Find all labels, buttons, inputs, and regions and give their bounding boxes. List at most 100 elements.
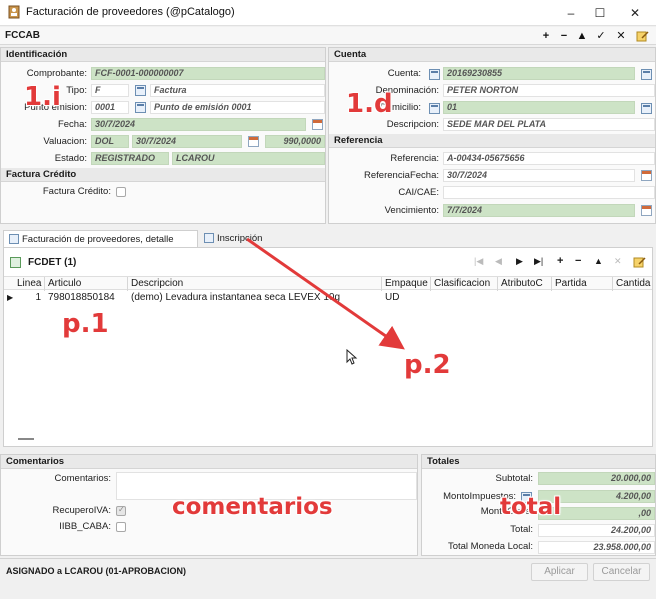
cuenta-label: Cuenta: <box>387 68 421 79</box>
col-atributoc[interactable]: AtributoC <box>498 277 552 291</box>
edit-note-icon[interactable] <box>636 30 649 42</box>
next-record-icon[interactable]: ▶ <box>516 256 523 267</box>
move-up-icon[interactable]: ▲ <box>594 256 603 266</box>
col-partida[interactable]: Partida <box>552 277 613 291</box>
cai-label: CAI/CAE: <box>398 187 439 198</box>
cuenta-panel: Cuenta Cuenta: 20169230855 Denominación:… <box>328 47 656 224</box>
maximize-button[interactable]: ☐ <box>583 0 617 26</box>
total-moneda-local-field: 23.958.000,00 <box>538 541 655 554</box>
tab-detalle-label: Facturación de proveedores, detalle <box>22 234 174 245</box>
tab-inscripcion[interactable]: Inscripción <box>199 230 275 247</box>
cancel-icon[interactable]: ✕ <box>614 29 628 43</box>
referencia-header: Referencia <box>329 134 655 148</box>
punto-code-field[interactable]: 0001 <box>91 101 129 114</box>
comprobante-label: Comprobante: <box>26 68 87 79</box>
referencia-field[interactable]: A-00434-05675656 <box>443 152 655 165</box>
last-record-icon[interactable]: ▶| <box>534 256 543 267</box>
factura-credito-checkbox[interactable] <box>116 187 126 197</box>
valuacion-moneda-field[interactable]: DOL <box>91 135 129 148</box>
prev-record-icon[interactable]: ◀ <box>495 256 502 267</box>
footer-bar: ASIGNADO a LCAROU (01-APROBACION) Aplica… <box>0 558 656 599</box>
cuenta-header: Cuenta <box>329 48 655 62</box>
denominacion-field: PETER NORTON <box>443 84 655 97</box>
cai-field[interactable] <box>443 186 655 199</box>
referencia-fecha-calendar-icon[interactable] <box>641 170 652 181</box>
col-empaque[interactable]: Empaque <box>382 277 431 291</box>
grid-icon <box>10 257 21 268</box>
close-window-button[interactable]: ✕ <box>618 0 652 26</box>
descripcion-label: Descripcion: <box>386 119 439 130</box>
fecha-field[interactable]: 30/7/2024 <box>91 118 306 131</box>
cancelar-button[interactable]: Cancelar <box>593 563 650 581</box>
valuacion-monto-field[interactable]: 990,0000 <box>265 135 325 148</box>
tipo-lookup-icon[interactable] <box>135 85 146 96</box>
estado-field: REGISTRADO <box>91 152 169 165</box>
tipo-code-field[interactable]: F <box>91 84 129 97</box>
up-icon[interactable]: ▲ <box>575 29 589 43</box>
referencia-fecha-field[interactable]: 30/7/2024 <box>443 169 635 182</box>
add-row-icon[interactable]: + <box>557 255 563 267</box>
remove-icon[interactable]: − <box>557 29 571 43</box>
estado-label: Estado: <box>54 153 87 164</box>
col-cantidad[interactable]: Cantida <box>613 277 652 291</box>
remove-row-icon[interactable]: − <box>575 255 581 267</box>
aplicar-button[interactable]: Aplicar <box>531 563 588 581</box>
comentarios-label: Comentarios: <box>54 473 112 484</box>
confirm-icon[interactable]: ✓ <box>594 29 608 43</box>
app-icon <box>8 5 20 19</box>
inscripcion-tab-icon <box>204 233 214 243</box>
col-descripcion[interactable]: Descripcion <box>128 277 382 291</box>
punto-lookup-icon[interactable] <box>135 102 146 113</box>
identificacion-header: Identificación <box>1 48 325 62</box>
cell-linea: 1 <box>35 292 41 303</box>
cuenta-detail-icon[interactable] <box>641 69 652 80</box>
recupero-iva-label: RecuperoIVA: <box>52 505 111 516</box>
identificacion-panel: Identificación Comprobante: FCF-0001-000… <box>0 47 326 224</box>
domicilio-detail-icon[interactable] <box>641 103 652 114</box>
row-pointer-icon: ▶ <box>7 293 14 302</box>
detail-title: FCDET (1) <box>28 257 77 268</box>
total-moneda-local-label: Total Moneda Local: <box>447 541 533 552</box>
add-icon[interactable]: + <box>539 29 553 43</box>
header-toolbar: FCCAB + − ▲ ✓ ✕ <box>0 27 656 45</box>
status-text: ASIGNADO a LCAROU (01-APROBACION) <box>6 566 187 576</box>
delete-row-icon[interactable]: ✕ <box>614 256 622 267</box>
col-articulo[interactable]: Articulo <box>45 277 128 291</box>
totales-header: Totales <box>422 455 655 469</box>
vencimiento-calendar-icon[interactable] <box>641 205 652 216</box>
valuacion-fecha-field[interactable]: 30/7/2024 <box>132 135 242 148</box>
col-linea[interactable]: Linea <box>14 277 45 291</box>
mouse-cursor-icon <box>346 349 358 365</box>
cell-empaque: UD <box>385 292 400 303</box>
col-clasificacion[interactable]: Clasificacion <box>431 277 498 291</box>
table-row[interactable]: ▶ 1 798018850184 (demo) Levadura instant… <box>4 291 652 305</box>
referencia-fecha-label: ReferenciaFecha: <box>364 170 439 181</box>
detail-tab-icon <box>9 234 19 244</box>
domicilio-field[interactable]: 01 <box>443 101 635 114</box>
horizontal-scrollbar[interactable] <box>18 438 34 440</box>
cuenta-field[interactable]: 20169230855 <box>443 67 635 80</box>
fecha-calendar-icon[interactable] <box>312 119 323 130</box>
grid-note-icon[interactable] <box>633 256 646 268</box>
vencimiento-field[interactable]: 7/7/2024 <box>443 204 635 217</box>
form-code: FCCAB <box>5 30 40 41</box>
recupero-iva-checkbox[interactable]: ✓ <box>116 505 126 516</box>
cuenta-lookup-icon[interactable] <box>429 69 440 80</box>
total-label: Total: <box>510 524 533 535</box>
cell-articulo: 798018850184 <box>48 292 115 303</box>
comentarios-header: Comentarios <box>1 455 417 469</box>
iibb-caba-checkbox[interactable] <box>116 522 126 532</box>
total-field: 24.200,00 <box>538 524 655 537</box>
first-record-icon[interactable]: |◀ <box>474 256 483 267</box>
subtotal-label: Subtotal: <box>495 473 534 484</box>
cell-descripcion: (demo) Levadura instantanea seca LEVEX 1… <box>131 292 341 303</box>
descripcion-field: SEDE MAR DEL PLATA <box>443 118 655 131</box>
estado-user-field: LCAROU <box>172 152 325 165</box>
domicilio-lookup-icon[interactable] <box>429 103 440 114</box>
valuacion-calendar-icon[interactable] <box>248 136 259 147</box>
comprobante-field[interactable]: FCF-0001-000000007 <box>91 67 325 80</box>
annotation-1d: 1.d <box>346 89 393 119</box>
vencimiento-label: Vencimiento: <box>384 205 439 216</box>
factura-credito-label: Factura Crédito: <box>42 186 111 197</box>
tab-detalle[interactable]: Facturación de proveedores, detalle <box>3 230 198 247</box>
